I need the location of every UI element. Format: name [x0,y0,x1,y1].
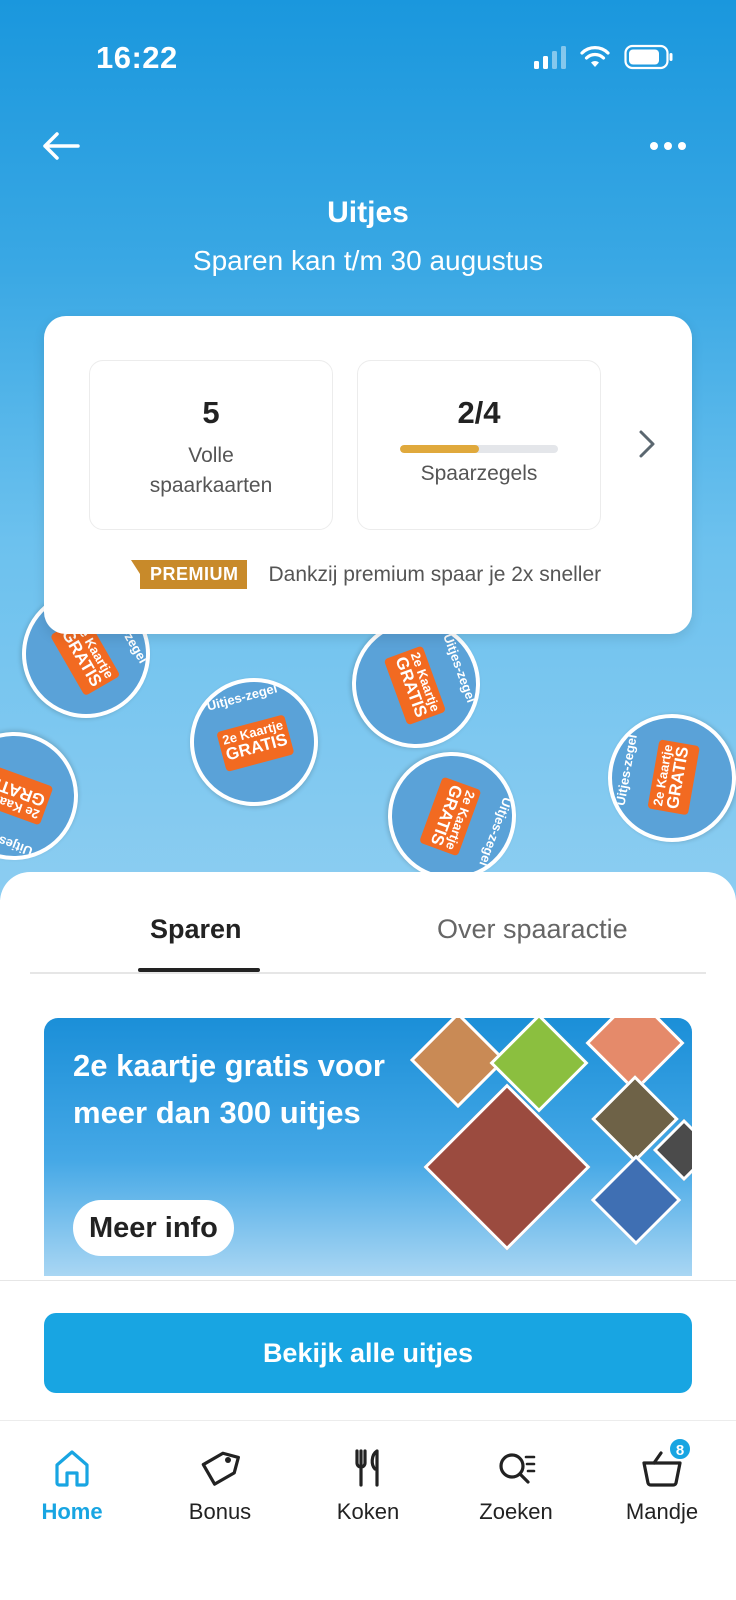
stamp-ticket: 2e Kaartje GRATIS [0,763,53,826]
stamp-sticker: Uitjes-zegel 2e KaartjeGRATIS [597,703,736,853]
tabbar-item-zoeken[interactable]: Zoeken [456,1445,576,1525]
back-button[interactable] [40,130,90,170]
tabbar-label-zoeken: Zoeken [479,1499,553,1524]
stamp-ring-text: Uitjes-zegel [205,680,279,714]
tabbar-label-home: Home [41,1499,103,1524]
attractions-collage [404,1018,692,1276]
page-title: Uitjes [327,196,409,229]
premium-badge: PREMIUM [131,560,247,589]
page-subtitle: Sparen kan t/m 30 augustus [192,245,544,276]
stamps-label: Spaarzegels [420,462,538,485]
battery-icon [624,44,673,70]
chevron-right-icon [639,430,655,458]
tabbar-item-bonus[interactable]: Bonus [160,1445,280,1525]
cutlery-icon [355,1449,379,1487]
bottom-tab-bar: Home Bonus Koken Zoeken 8 Mandje [0,1420,736,1600]
tabbar-item-home[interactable]: Home [12,1445,132,1525]
savings-card: 5 Volle spaarkaarten 2/4 Spaarzegels PRE… [44,316,692,634]
cta-bar: Bekijk alle uitjes [0,1280,736,1420]
stamp-ticket: 2e Kaartje GRATIS [384,645,447,726]
tabbar-label-bonus: Bonus [188,1499,252,1524]
tabbar-label-koken: Koken [336,1499,400,1524]
tab-over-spaaractie[interactable]: Over spaaractie [437,914,628,945]
stamps-progress-fill [400,445,479,453]
top-nav [0,120,736,180]
home-icon [55,1450,89,1487]
full-cards-value: 5 [202,395,220,430]
tag-icon [201,1451,240,1486]
stamps-value: 2/4 [457,395,501,430]
status-time: 16:22 [96,40,178,75]
status-bar: 16:22 [0,0,736,110]
tab-sparen[interactable]: Sparen [150,914,242,945]
premium-text: Dankzij premium spaar je 2x sneller [268,562,602,586]
arrow-left-icon [43,132,80,160]
search-icon [499,1453,536,1484]
collage-tile [590,1154,682,1246]
collage-tile [423,1083,591,1251]
stamp-ticket: 2e Kaartje GRATIS [216,714,295,772]
full-cards-label: Volle spaarkaarten [149,444,273,497]
more-dots-icon [650,142,686,150]
cart-count-badge: 8 [668,1437,692,1461]
premium-row: PREMIUM Dankzij premium spaar je 2x snel… [130,560,601,589]
tabbar-item-mandje[interactable]: 8 Mandje [602,1437,722,1525]
tab-bar: Sparen Over spaaractie [30,872,706,974]
tabbar-item-koken[interactable]: Koken [308,1445,428,1525]
more-info-button[interactable]: Meer info [73,1200,234,1256]
stamp-ticket: 2e Kaartje GRATIS [647,739,700,815]
card-next-button[interactable] [634,426,660,462]
stamp-ticket: 2e Kaartje GRATIS [419,777,482,857]
stamp-sticker: Uitjes-zegel 2e KaartjeGRATIS [175,663,333,821]
stamp-ring-text: Uitjes-zegel [612,733,640,807]
promo-text: 2e kaartje gratis voor meer dan 300 uitj… [73,1048,385,1130]
stamps-box[interactable]: 2/4 Spaarzegels [357,360,601,530]
cellular-signal-icon [534,45,566,69]
wifi-icon [580,46,610,67]
status-icons [534,44,674,70]
stamps-progress-bar [400,445,558,453]
more-options-button[interactable] [646,130,696,170]
full-cards-box[interactable]: 5 Volle spaarkaarten [89,360,333,530]
active-tab-indicator [138,968,260,972]
view-all-outings-button[interactable]: Bekijk alle uitjes [44,1313,692,1393]
promo-banner[interactable]: 2e kaartje gratis voor meer dan 300 uitj… [44,1018,692,1276]
hero-header: Uitjes-zegel 2e KaartjeGRATIS Uitjes-zeg… [0,0,736,900]
tabbar-label-mandje: Mandje [625,1499,699,1524]
stamp-sticker: Uitjes-zegel 2e KaartjeGRATIS [0,713,97,879]
